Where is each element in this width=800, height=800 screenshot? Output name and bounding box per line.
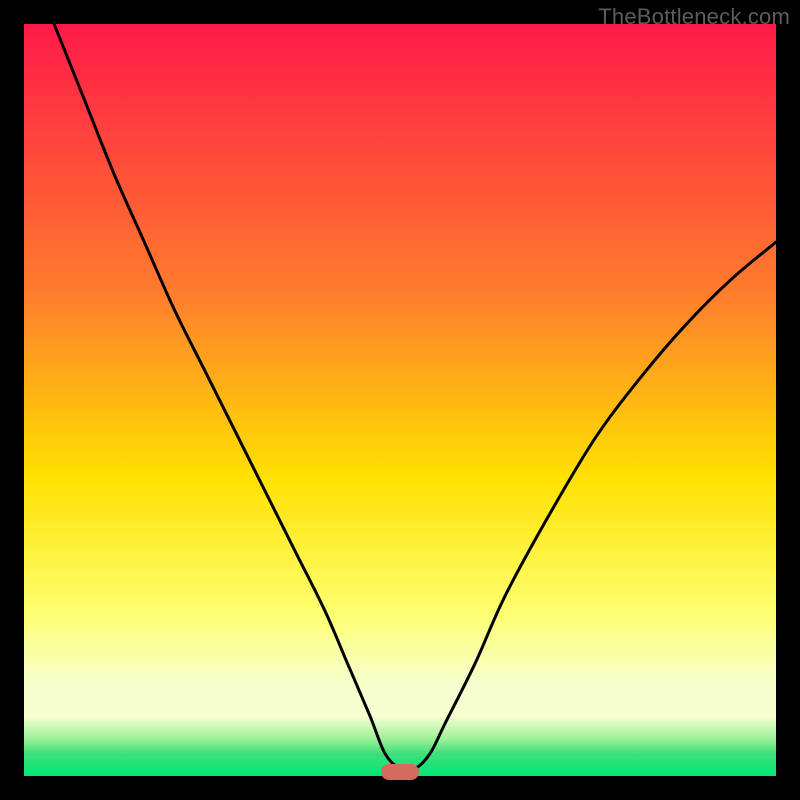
optimal-marker — [381, 764, 419, 780]
attribution-text: TheBottleneck.com — [598, 4, 790, 30]
plot-area — [24, 24, 776, 776]
bottleneck-curve — [24, 24, 776, 776]
plot-frame — [24, 24, 776, 776]
